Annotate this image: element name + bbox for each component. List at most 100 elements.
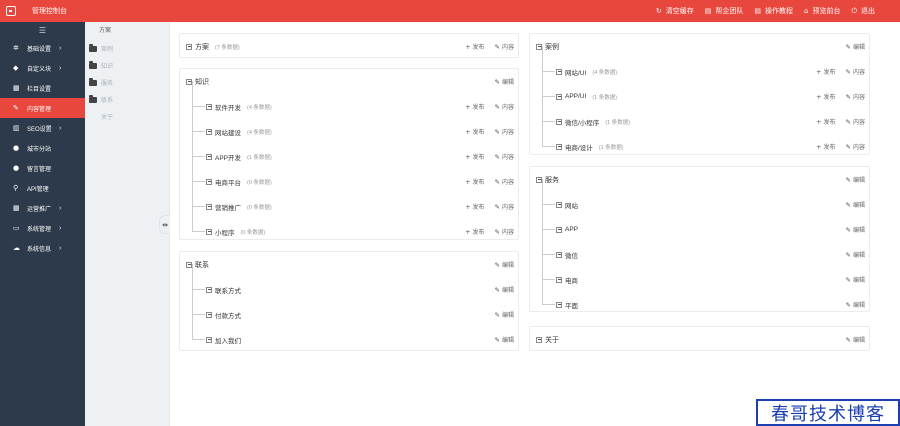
preview-frontend-button[interactable]: ⌂ 预览前台 [804, 6, 840, 16]
category-name[interactable]: 电商平台 [215, 177, 241, 187]
content-button[interactable]: ✎ 内容 [846, 142, 865, 152]
team-button[interactable]: ▤ 帮企团队 [705, 6, 744, 16]
collapse-toggle-icon[interactable] [186, 43, 192, 50]
publish-button[interactable]: + 发布 [465, 202, 484, 212]
sidebar-item-api[interactable]: ⚲ API管理 [0, 178, 85, 198]
subnav-item-guanyu[interactable]: 关于 [85, 108, 169, 125]
content-button[interactable]: ✎ 内容 [846, 67, 865, 77]
category-name[interactable]: APP/UI [565, 93, 586, 100]
category-name[interactable]: 网站建设 [215, 127, 241, 137]
publish-button[interactable]: + 发布 [465, 152, 484, 162]
logo-icon[interactable] [0, 0, 22, 22]
edit-button[interactable]: ✎ 编辑 [846, 42, 865, 52]
content-button[interactable]: ✎ 内容 [846, 117, 865, 127]
collapse-toggle-icon[interactable] [556, 93, 562, 100]
subnav-item-fangan[interactable]: 方案 [85, 22, 169, 40]
collapse-subnav-icon[interactable]: ⇹ [159, 215, 170, 234]
collapse-toggle-icon[interactable] [206, 178, 212, 185]
publish-button[interactable]: + 发布 [465, 102, 484, 112]
category-name[interactable]: 联系方式 [215, 285, 241, 295]
sidebar-item-promotion[interactable]: ▦ 运营推广 › [0, 198, 85, 218]
sidebar-item-custom-blocks[interactable]: ◆ 自定义块 › [0, 58, 85, 78]
sidebar-item-columns[interactable]: ▦ 栏目设置 [0, 78, 85, 98]
category-name[interactable]: 网站/UI [565, 67, 586, 77]
collapse-toggle-icon[interactable] [536, 336, 542, 343]
logout-button[interactable]: ⏻ 退出 [851, 6, 875, 16]
category-name[interactable]: 关于 [545, 335, 559, 345]
edit-button[interactable]: ✎ 编辑 [495, 77, 514, 87]
collapse-toggle-icon[interactable] [556, 301, 562, 308]
content-button[interactable]: ✎ 内容 [846, 92, 865, 102]
sidebar-item-basic-settings[interactable]: ✲ 基础设置 › [0, 38, 85, 58]
collapse-toggle-icon[interactable] [556, 226, 562, 233]
collapse-toggle-icon[interactable] [556, 68, 562, 75]
collapse-toggle-icon[interactable] [206, 103, 212, 110]
collapse-toggle-icon[interactable] [556, 251, 562, 258]
category-name[interactable]: 平面 [565, 300, 578, 310]
publish-button[interactable]: + 发布 [465, 227, 484, 237]
subnav-item-anli[interactable]: 案例 [85, 40, 169, 57]
collapse-toggle-icon[interactable] [206, 153, 212, 160]
edit-button[interactable]: ✎ 编辑 [846, 275, 865, 285]
content-button[interactable]: ✎ 内容 [495, 202, 514, 212]
collapse-toggle-icon[interactable] [556, 201, 562, 208]
sidebar-item-seo[interactable]: ▥ SEO设置 › [0, 118, 85, 138]
category-name[interactable]: 联系 [195, 260, 209, 270]
collapse-toggle-icon[interactable] [206, 203, 212, 210]
content-button[interactable]: ✎ 内容 [495, 227, 514, 237]
clear-cache-button[interactable]: ↻ 清空缓存 [656, 6, 694, 16]
collapse-toggle-icon[interactable] [556, 118, 562, 125]
edit-button[interactable]: ✎ 编辑 [846, 300, 865, 310]
sidebar-item-city-sites[interactable]: ● 城市分站 [0, 138, 85, 158]
collapse-toggle-icon[interactable] [206, 311, 212, 318]
subnav-item-lianxi[interactable]: 联系 [85, 91, 169, 108]
category-name[interactable]: 案例 [545, 42, 559, 52]
category-name[interactable]: 方案 [195, 42, 209, 52]
subnav-item-zhishi[interactable]: 知识 [85, 57, 169, 74]
category-name[interactable]: 加入我们 [215, 335, 241, 345]
content-button[interactable]: ✎ 内容 [495, 102, 514, 112]
collapse-toggle-icon[interactable] [556, 276, 562, 283]
edit-button[interactable]: ✎ 编辑 [495, 335, 514, 345]
sidebar-item-system-info[interactable]: ☁ 系统信息 › [0, 238, 85, 258]
content-button[interactable]: ✎ 内容 [495, 127, 514, 137]
edit-button[interactable]: ✎ 编辑 [495, 310, 514, 320]
category-name[interactable]: 微信/小程序 [565, 117, 599, 127]
publish-button[interactable]: + 发布 [816, 92, 835, 102]
edit-button[interactable]: ✎ 编辑 [846, 250, 865, 260]
edit-button[interactable]: ✎ 编辑 [495, 260, 514, 270]
category-name[interactable]: 付款方式 [215, 310, 241, 320]
publish-button[interactable]: + 发布 [465, 42, 484, 52]
publish-button[interactable]: + 发布 [465, 177, 484, 187]
edit-button[interactable]: ✎ 编辑 [846, 225, 865, 235]
content-button[interactable]: ✎ 内容 [495, 42, 514, 52]
sidebar-item-content[interactable]: ✎ 内容管理 [0, 98, 85, 118]
edit-button[interactable]: ✎ 编辑 [846, 175, 865, 185]
menu-toggle-icon[interactable]: ☰ [0, 22, 85, 38]
collapse-toggle-icon[interactable] [206, 128, 212, 135]
category-name[interactable]: 服务 [545, 175, 559, 185]
category-name[interactable]: 营销推广 [215, 202, 241, 212]
category-name[interactable]: 网站 [565, 200, 578, 210]
edit-button[interactable]: ✎ 编辑 [846, 335, 865, 345]
collapse-toggle-icon[interactable] [206, 286, 212, 293]
sidebar-item-system[interactable]: ▭ 系统管理 › [0, 218, 85, 238]
category-name[interactable]: 软件开发 [215, 102, 241, 112]
publish-button[interactable]: + 发布 [816, 67, 835, 77]
category-name[interactable]: 小程序 [215, 227, 235, 237]
publish-button[interactable]: + 发布 [816, 117, 835, 127]
collapse-toggle-icon[interactable] [206, 228, 212, 235]
publish-button[interactable]: + 发布 [816, 142, 835, 152]
category-name[interactable]: APP开发 [215, 152, 241, 162]
edit-button[interactable]: ✎ 编辑 [846, 200, 865, 210]
category-name[interactable]: 电商 [565, 275, 578, 285]
content-button[interactable]: ✎ 内容 [495, 152, 514, 162]
collapse-toggle-icon[interactable] [206, 336, 212, 343]
collapse-toggle-icon[interactable] [556, 143, 562, 150]
sidebar-item-messages[interactable]: ● 留言管理 [0, 158, 85, 178]
tutorial-button[interactable]: ▤ 操作教程 [754, 6, 793, 16]
category-name[interactable]: 电商/设计 [565, 142, 593, 152]
category-name[interactable]: 微信 [565, 250, 578, 260]
content-button[interactable]: ✎ 内容 [495, 177, 514, 187]
category-name[interactable]: APP [565, 226, 578, 233]
